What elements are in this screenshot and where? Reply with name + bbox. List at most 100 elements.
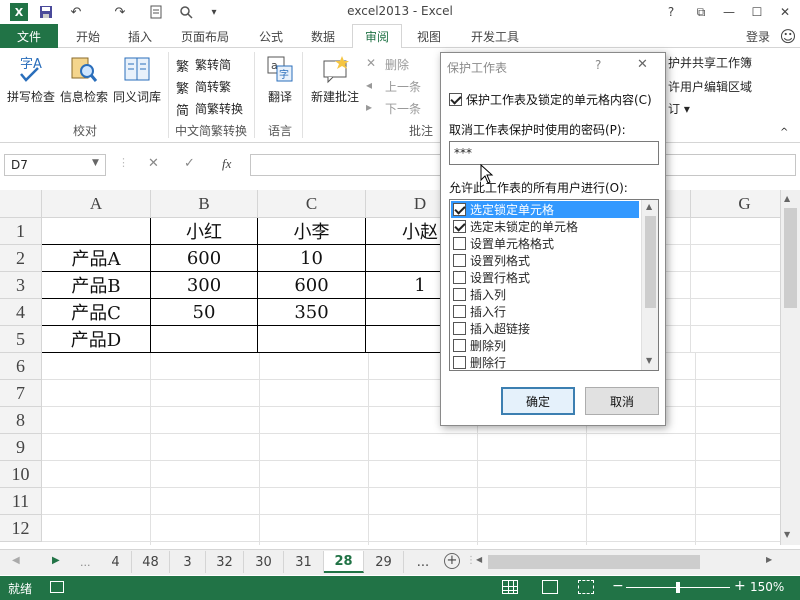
list-item-checkbox[interactable] (453, 305, 466, 318)
column-header[interactable]: G (691, 190, 780, 218)
cell-A5[interactable]: 产品D (42, 326, 151, 353)
list-item[interactable]: 设置单元格格式 (451, 235, 639, 252)
cell-B3[interactable]: 300 (151, 272, 258, 299)
sheet-tab[interactable]: 29 (364, 551, 404, 573)
sheet-tab[interactable]: 48 (132, 551, 170, 573)
more-sheets-left[interactable]: ... (80, 556, 91, 569)
row-header[interactable]: 9 (0, 434, 42, 461)
column-header[interactable]: C (258, 190, 366, 218)
row-header[interactable]: 4 (0, 299, 42, 326)
row-header[interactable]: 12 (0, 515, 42, 542)
row-header[interactable]: 6 (0, 353, 42, 380)
tab-insert[interactable]: 插入 (116, 24, 164, 48)
sheet-tab-active[interactable]: 28 (324, 551, 364, 573)
next-comment-button[interactable]: ▸ 下一条 (366, 98, 421, 118)
row-header[interactable]: 8 (0, 407, 42, 434)
page-break-view-icon[interactable] (578, 580, 594, 594)
dialog-help-button[interactable]: ? (595, 58, 601, 72)
row-header[interactable]: 3 (0, 272, 42, 299)
list-item-checkbox[interactable] (453, 271, 466, 284)
user-icon[interactable]: ☺ (778, 24, 798, 48)
cell-A1[interactable] (42, 218, 151, 245)
cell-B1[interactable]: 小红 (151, 218, 258, 245)
empty-cells[interactable] (42, 353, 780, 545)
list-item-checkbox[interactable] (453, 339, 466, 352)
cancel-button[interactable]: 取消 (585, 387, 659, 415)
tab-review[interactable]: 审阅 (352, 24, 402, 49)
prev-comment-button[interactable]: ◂ 上一条 (366, 76, 421, 96)
confirm-entry-icon[interactable]: ✓ (184, 156, 195, 171)
minimize-button[interactable]: — (718, 2, 740, 22)
list-scroll-up-icon[interactable]: ▲ (646, 202, 652, 211)
row-header[interactable]: 2 (0, 245, 42, 272)
ribbon-display-button[interactable]: ⧉ (690, 2, 712, 22)
row-header[interactable]: 10 (0, 461, 42, 488)
cell-A4[interactable]: 产品C (42, 299, 151, 326)
vertical-scrollbar[interactable]: ▲ ▼ (780, 190, 800, 545)
normal-view-icon[interactable] (502, 580, 518, 594)
permissions-list[interactable]: 选定锁定单元格 选定未锁定的单元格 设置单元格格式 设置列格式 设置行格式 插入… (449, 199, 659, 371)
list-item[interactable]: 设置列格式 (451, 252, 639, 269)
sheet-tab[interactable]: 3 (170, 551, 206, 573)
scroll-down-icon[interactable]: ▼ (784, 530, 790, 539)
cancel-entry-icon[interactable]: ✕ (148, 156, 159, 171)
list-scrollbar[interactable]: ▲ ▼ (641, 200, 658, 370)
row-header[interactable]: 7 (0, 380, 42, 407)
list-item[interactable]: 选定未锁定的单元格 (451, 218, 639, 235)
list-item[interactable]: 设置行格式 (451, 269, 639, 286)
list-scroll-down-icon[interactable]: ▼ (646, 356, 652, 365)
track-changes-button[interactable]: 订 ▾ (668, 98, 690, 118)
list-scroll-thumb[interactable] (645, 216, 656, 308)
protect-checkbox-row[interactable]: 保护工作表及锁定的单元格内容(C) (449, 91, 652, 108)
list-item[interactable]: 插入行 (451, 303, 639, 320)
translate-button[interactable]: a字 翻译 (262, 54, 298, 105)
delete-comment-button[interactable]: ✕ 删除 (366, 54, 409, 74)
list-item-checkbox[interactable] (453, 356, 466, 369)
new-sheet-icon[interactable]: + (444, 553, 460, 569)
zoom-slider-thumb[interactable] (676, 582, 680, 593)
login-link[interactable]: 登录 (738, 24, 778, 48)
trad-to-simple-button[interactable]: 繁繁转简 (176, 54, 231, 76)
cell-B5[interactable] (151, 326, 258, 353)
list-item-checkbox[interactable] (453, 220, 466, 233)
close-button[interactable]: ✕ (774, 2, 796, 22)
insert-function-icon[interactable]: fx (222, 156, 231, 172)
cell-C1[interactable]: 小李 (258, 218, 366, 245)
protect-share-workbook-button[interactable]: 护并共享工作簿 (668, 52, 752, 72)
sheet-tab[interactable]: 4 (100, 551, 132, 573)
maximize-button[interactable]: ☐ (746, 2, 768, 22)
name-box[interactable]: D7 (4, 154, 106, 176)
scroll-up-icon[interactable]: ▲ (784, 194, 790, 203)
name-box-dropdown-icon[interactable]: ▼ (92, 158, 99, 168)
list-item[interactable]: 删除行 (451, 354, 639, 370)
list-item-checkbox[interactable] (453, 288, 466, 301)
column-header[interactable]: A (42, 190, 151, 218)
prev-sheet-icon[interactable]: ◀ (12, 555, 20, 566)
collapse-ribbon-icon[interactable]: ^ (780, 122, 788, 142)
cell-C3[interactable]: 600 (258, 272, 366, 299)
cell-C5[interactable] (258, 326, 366, 353)
dialog-close-button[interactable]: ✕ (637, 57, 648, 72)
cell-B4[interactable]: 50 (151, 299, 258, 326)
cell-C2[interactable]: 10 (258, 245, 366, 272)
tab-home[interactable]: 开始 (64, 24, 112, 48)
sheet-tab[interactable]: 31 (284, 551, 324, 573)
tab-formulas[interactable]: 公式 (250, 24, 292, 48)
column-header[interactable]: B (151, 190, 258, 218)
list-item[interactable]: 插入列 (451, 286, 639, 303)
chinese-convert-button[interactable]: 简简繁转换 (176, 98, 243, 120)
row-header[interactable]: 5 (0, 326, 42, 353)
tab-view[interactable]: 视图 (408, 24, 450, 48)
tab-file[interactable]: 文件 (0, 24, 58, 48)
hscroll-right-icon[interactable]: ▶ (766, 555, 772, 564)
list-item[interactable]: 插入超链接 (451, 320, 639, 337)
new-comment-button[interactable]: 新建批注 (308, 54, 362, 105)
zoom-in-icon[interactable]: + (734, 578, 746, 594)
cell-A3[interactable]: 产品B (42, 272, 151, 299)
tab-developer[interactable]: 开发工具 (460, 24, 530, 48)
horizontal-scroll-thumb[interactable] (488, 555, 700, 569)
sheet-tab[interactable]: 32 (206, 551, 244, 573)
thesaurus-button[interactable]: 同义词库 (112, 54, 162, 105)
list-item-checkbox[interactable] (453, 254, 466, 267)
scroll-thumb[interactable] (784, 208, 797, 308)
